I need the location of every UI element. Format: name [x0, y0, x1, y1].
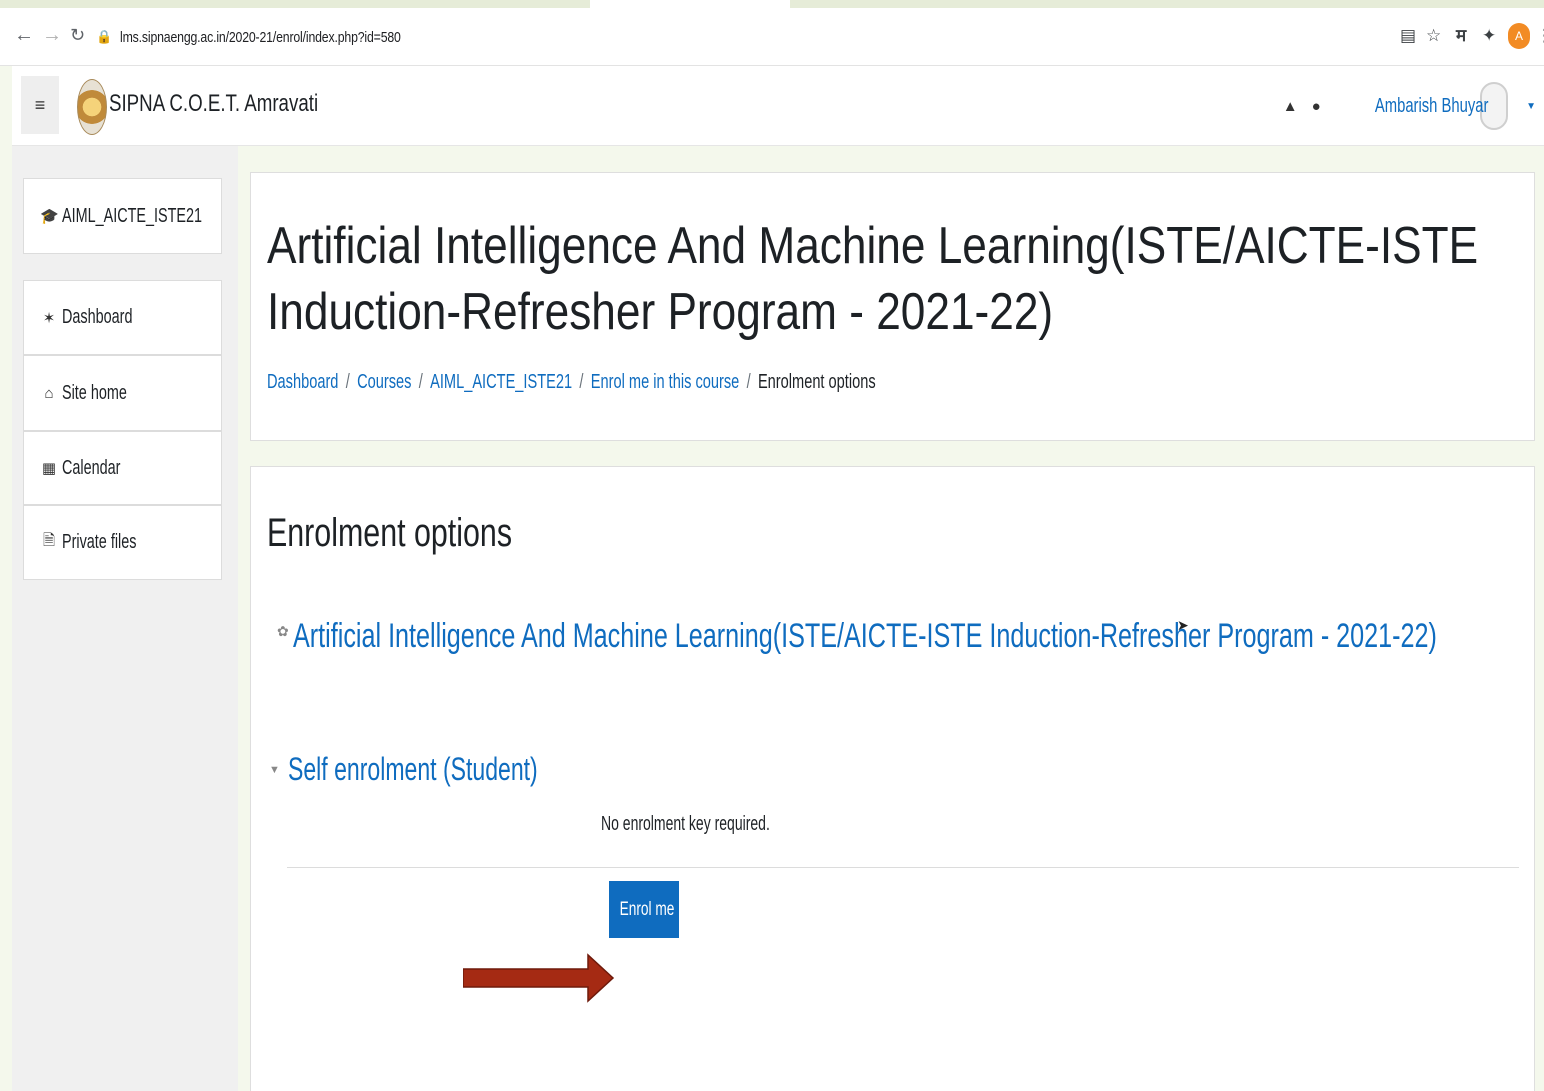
- lock-icon: 🔒: [96, 29, 113, 44]
- nav-drawer: 🎓 AIML_AICTE_ISTE21 ✶ Dashboard ⌂ Site h…: [12, 146, 238, 1091]
- sidebar-item-label: Dashboard: [62, 306, 133, 328]
- breadcrumb-separator: /: [746, 371, 751, 393]
- address-field[interactable]: 🔒 lms.sipnaengg.ac.in/2020-21/enrol/inde…: [96, 22, 1386, 52]
- sidebar-item-private-files[interactable]: 🗎 Private files: [23, 505, 222, 580]
- sidebar-item-label: AIML_AICTE_ISTE21: [62, 204, 203, 227]
- tachometer-icon: ✶: [42, 309, 56, 327]
- user-menu-area: ▲ ● Ambarish Bhuyar ▼: [1283, 80, 1536, 132]
- calendar-icon: ▦: [41, 460, 57, 477]
- browser-toolbar: ← → ↻ 🔒 lms.sipnaengg.ac.in/2020-21/enro…: [0, 8, 1544, 66]
- breadcrumb-courses[interactable]: Courses: [357, 371, 411, 394]
- sidebar-item-site-home[interactable]: ⌂ Site home: [23, 355, 222, 431]
- breadcrumb-enrol[interactable]: Enrol me in this course: [591, 371, 739, 394]
- enrol-button-label: Enrol me: [619, 898, 675, 920]
- graduation-cap-icon: 🎓: [40, 208, 59, 225]
- file-icon: 🗎: [42, 532, 56, 549]
- breadcrumb-course[interactable]: AIML_AICTE_ISTE21: [430, 371, 572, 394]
- enrol-me-button[interactable]: Enrol me: [609, 881, 679, 938]
- course-link[interactable]: Artificial Intelligence And Machine Lear…: [293, 617, 1437, 656]
- page-header: Artificial Intelligence And Machine Lear…: [250, 172, 1535, 441]
- breadcrumb-separator: /: [345, 371, 350, 393]
- forward-arrow-icon[interactable]: →: [42, 25, 62, 45]
- site-name[interactable]: SIPNA C.O.E.T. Amravati: [109, 90, 318, 118]
- hindi-extension-icon[interactable]: म: [1456, 25, 1466, 47]
- no-key-text: No enrolment key required.: [601, 813, 770, 835]
- user-name-link[interactable]: Ambarish Bhuyar: [1375, 95, 1489, 118]
- bookmark-star-icon[interactable]: ☆: [1426, 25, 1441, 47]
- page-title: Artificial Intelligence And Machine Lear…: [267, 217, 1479, 341]
- bell-icon[interactable]: ▲: [1283, 98, 1298, 115]
- enrolment-options-region: Enrolment options ✿ Artificial Intellige…: [250, 466, 1535, 1091]
- chat-bubble-icon[interactable]: ●: [1312, 98, 1321, 115]
- breadcrumb-dashboard[interactable]: Dashboard: [267, 371, 338, 394]
- sidebar-item-calendar[interactable]: ▦ Calendar: [23, 431, 222, 505]
- self-enrolment-toggle[interactable]: ▼ Self enrolment (Student): [269, 751, 635, 788]
- red-pointer-arrow-icon: [463, 953, 615, 1003]
- breadcrumb-separator: /: [418, 371, 423, 393]
- sidebar-item-dashboard[interactable]: ✶ Dashboard: [23, 280, 222, 355]
- active-tab[interactable]: [590, 0, 790, 8]
- hamburger-menu-icon[interactable]: ≡: [21, 76, 59, 134]
- sidebar-item-label: Private files: [62, 531, 137, 553]
- puzzle-extension-icon[interactable]: ✦: [1482, 25, 1496, 47]
- course-puzzle-icon: ✿: [277, 623, 289, 639]
- sidebar-item-label: Calendar: [62, 456, 121, 479]
- enrol-method-title: Self enrolment (Student): [287, 751, 538, 787]
- site-navbar: ≡ SIPNA C.O.E.T. Amravati ▲ ● Ambarish B…: [12, 66, 1544, 146]
- breadcrumb: Dashboard / Courses / AIML_AICTE_ISTE21 …: [267, 371, 876, 394]
- breadcrumb-current: Enrolment options: [757, 371, 876, 393]
- breadcrumb-separator: /: [579, 371, 584, 393]
- caret-down-icon[interactable]: ▼: [1526, 101, 1536, 112]
- site-logo[interactable]: [77, 79, 107, 135]
- course-box: ✿ Artificial Intelligence And Machine Le…: [277, 617, 1544, 656]
- home-icon: ⌂: [44, 384, 54, 402]
- section-heading: Enrolment options: [267, 511, 513, 555]
- caret-down-icon: ▼: [269, 763, 280, 776]
- sidebar-item-label: Site home: [62, 381, 127, 404]
- back-arrow-icon[interactable]: ←: [14, 25, 34, 45]
- browser-tab-strip: [0, 0, 1544, 8]
- divider: [287, 867, 1519, 868]
- sidebar-item-course[interactable]: 🎓 AIML_AICTE_ISTE21: [23, 178, 222, 254]
- reload-icon[interactable]: ↻: [70, 25, 85, 45]
- kebab-menu-icon[interactable]: ⋮: [1536, 25, 1544, 47]
- guest-access-icon: ➤: [1177, 617, 1189, 633]
- share-icon[interactable]: ▤: [1400, 25, 1416, 47]
- profile-avatar[interactable]: A: [1508, 23, 1530, 49]
- url-text: lms.sipnaengg.ac.in/2020-21/enrol/index.…: [120, 28, 401, 46]
